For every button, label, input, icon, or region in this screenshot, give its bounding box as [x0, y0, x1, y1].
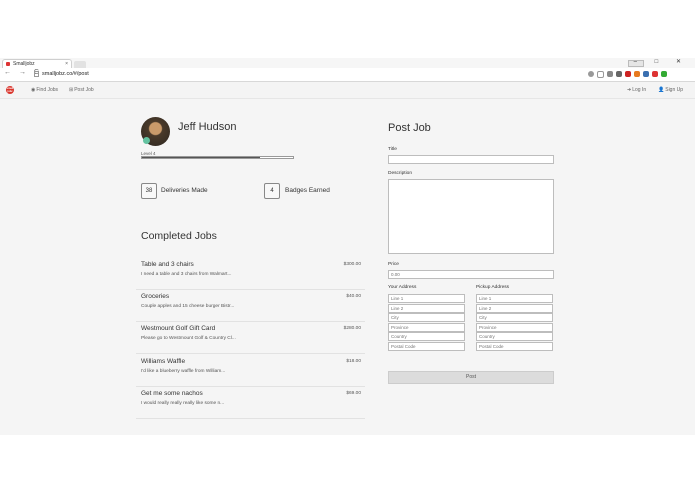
- nav-log-in-label: Log In: [632, 87, 647, 93]
- extension-icon[interactable]: [607, 71, 613, 77]
- job-title: Groceries: [141, 293, 170, 300]
- new-tab-button[interactable]: [74, 61, 86, 68]
- window-controls[interactable]: – □ ✕: [634, 58, 689, 65]
- job-description: Please go to Westmount Golf & Country Cl…: [141, 336, 236, 341]
- favicon-icon: [6, 62, 10, 66]
- nav-post-job[interactable]: ⊞Post Job: [69, 87, 94, 93]
- avatar: [141, 117, 170, 146]
- extension-icons: [588, 70, 667, 78]
- job-price: $280.00: [343, 326, 361, 331]
- job-price: $40.00: [346, 294, 361, 299]
- login-icon: ➜: [627, 87, 632, 93]
- price-input[interactable]: [388, 270, 554, 279]
- description-textarea[interactable]: [388, 179, 554, 254]
- pickup-address-line1-input[interactable]: [476, 294, 553, 303]
- job-description: I would really really really like some n…: [141, 401, 225, 406]
- job-list-item[interactable]: Table and 3 chairs $300.00 I need a tabl…: [136, 258, 365, 290]
- browser-tab-title: Smalljobz: [13, 61, 35, 67]
- pickup-address-province-input[interactable]: [476, 323, 553, 332]
- nav-post-job-label: Post Job: [74, 87, 94, 93]
- nav-sign-up[interactable]: 👤Sign Up: [658, 87, 683, 93]
- level-progress-bar: [141, 156, 294, 159]
- badges-count: 4: [264, 183, 280, 199]
- title-input[interactable]: [388, 155, 554, 164]
- job-description: I need a table and 3 chairs from Walmart…: [141, 272, 232, 277]
- zoom-icon[interactable]: [588, 71, 594, 77]
- user-plus-icon: 👤: [658, 87, 665, 93]
- your-address-city-input[interactable]: [388, 313, 465, 322]
- job-title: Westmount Golf Gift Card: [141, 325, 216, 332]
- completed-jobs-heading: Completed Jobs: [141, 230, 217, 242]
- eye-icon: ◉: [31, 87, 36, 93]
- nav-find-jobs-label: Find Jobs: [36, 87, 59, 93]
- pickup-address-postal-code-input[interactable]: [476, 342, 553, 351]
- extension-icon[interactable]: [616, 71, 622, 77]
- pickup-address-country-input[interactable]: [476, 332, 553, 341]
- job-list-item[interactable]: Get me some nachos $69.00 I would really…: [136, 387, 365, 419]
- badges-label: Badges Earned: [285, 187, 330, 194]
- app-navbar: [0, 82, 695, 99]
- job-list-item[interactable]: Westmount Golf Gift Card $280.00 Please …: [136, 322, 365, 354]
- extension-icon[interactable]: [643, 71, 649, 77]
- nav-find-jobs[interactable]: ◉Find Jobs: [31, 87, 58, 93]
- browser-tab[interactable]: Smalljobz ×: [2, 59, 72, 68]
- online-badge-icon: [143, 137, 150, 144]
- price-label: Price: [388, 262, 399, 267]
- job-description: Couple apples and 15 cheese burger Bistr…: [141, 304, 235, 309]
- user-name: Jeff Hudson: [178, 121, 237, 133]
- star-icon[interactable]: [597, 70, 604, 78]
- page-icon: [34, 70, 39, 77]
- menu-icon[interactable]: [661, 71, 667, 77]
- level-progress-fill: [142, 157, 260, 158]
- description-label: Description: [388, 171, 412, 176]
- logo-text: small jobz: [6, 87, 14, 93]
- job-price: $300.00: [343, 262, 361, 267]
- job-title: Get me some nachos: [141, 390, 203, 397]
- job-price: $18.00: [346, 359, 361, 364]
- job-title: Table and 3 chairs: [141, 261, 194, 268]
- address-bar[interactable]: smalljobz.co/#/post: [34, 70, 594, 79]
- pickup-address-city-input[interactable]: [476, 313, 553, 322]
- browser-tab-strip: [0, 58, 695, 68]
- your-address-postal-code-input[interactable]: [388, 342, 465, 351]
- post-job-heading: Post Job: [388, 122, 431, 134]
- job-list-item[interactable]: Groceries $40.00 Couple apples and 15 ch…: [136, 290, 365, 322]
- deliveries-label: Deliveries Made: [161, 187, 208, 194]
- deliveries-count: 38: [141, 183, 157, 199]
- plus-box-icon: ⊞: [69, 87, 74, 93]
- your-address-line2-input[interactable]: [388, 304, 465, 313]
- extension-icon[interactable]: [652, 71, 658, 77]
- nav-log-in[interactable]: ➜Log In: [627, 87, 646, 93]
- pickup-address-line2-input[interactable]: [476, 304, 553, 313]
- pickup-address-label: Pickup Address: [476, 285, 510, 290]
- your-address-province-input[interactable]: [388, 323, 465, 332]
- title-label: Title: [388, 147, 397, 152]
- nav-sign-up-label: Sign Up: [665, 87, 684, 93]
- job-list-item[interactable]: Williams Waffle $18.00 I'd like a bluebe…: [136, 355, 365, 387]
- job-title: Williams Waffle: [141, 358, 186, 365]
- url-text: smalljobz.co/#/post: [42, 71, 89, 77]
- your-address-label: Your Address: [388, 285, 417, 290]
- your-address-country-input[interactable]: [388, 332, 465, 341]
- app-logo[interactable]: small jobz: [6, 86, 20, 95]
- extension-icon[interactable]: [625, 71, 631, 77]
- job-description: I'd like a blueberry waffle from William…: [141, 369, 226, 374]
- post-button[interactable]: Post: [388, 371, 554, 384]
- your-address-line1-input[interactable]: [388, 294, 465, 303]
- job-price: $69.00: [346, 391, 361, 396]
- extension-icon[interactable]: [634, 71, 640, 77]
